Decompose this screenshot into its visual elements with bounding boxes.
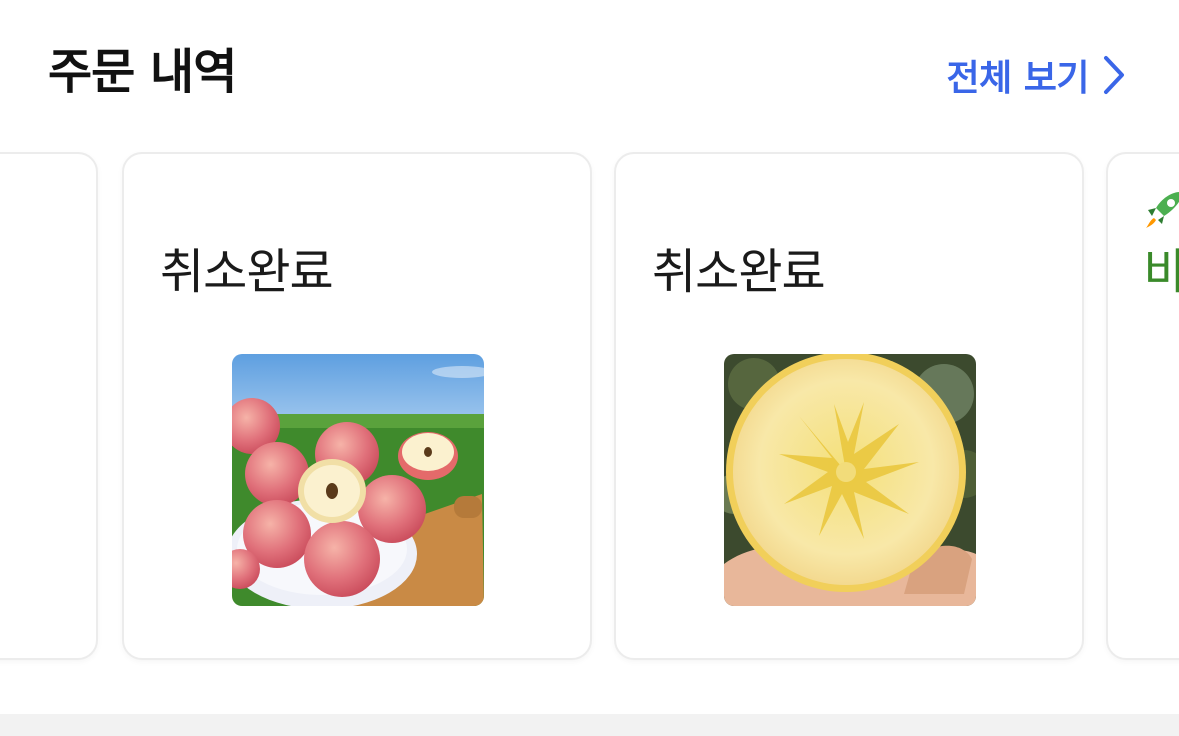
order-card-carousel[interactable]: 취소완료 취소완료 [0,152,1179,662]
order-history-header: 주문 내역 전체 보기 [0,0,1179,150]
apples-bowl-image [232,354,484,606]
product-image [232,354,484,606]
order-card[interactable]: 취소완료 [614,152,1084,660]
view-all-label: 전체 보기 [946,58,1089,99]
rocket-icon [1146,192,1179,228]
order-status: 취소완료 [652,244,826,300]
apple-cross-section-image [724,354,976,606]
product-image [724,354,976,606]
order-card[interactable] [0,152,98,660]
view-all-link[interactable]: 전체 보기 [946,50,1127,100]
order-card[interactable]: 취소완료 [122,152,592,660]
section-divider [0,714,1179,736]
order-status: 바 [1144,242,1179,302]
order-history-page: 주문 내역 전체 보기 취소완료 취소완료 [0,0,1179,736]
order-card[interactable]: 바 [1106,152,1179,660]
order-status: 취소완료 [160,244,334,300]
chevron-right-icon [1104,56,1124,94]
section-title: 주문 내역 [48,44,237,100]
